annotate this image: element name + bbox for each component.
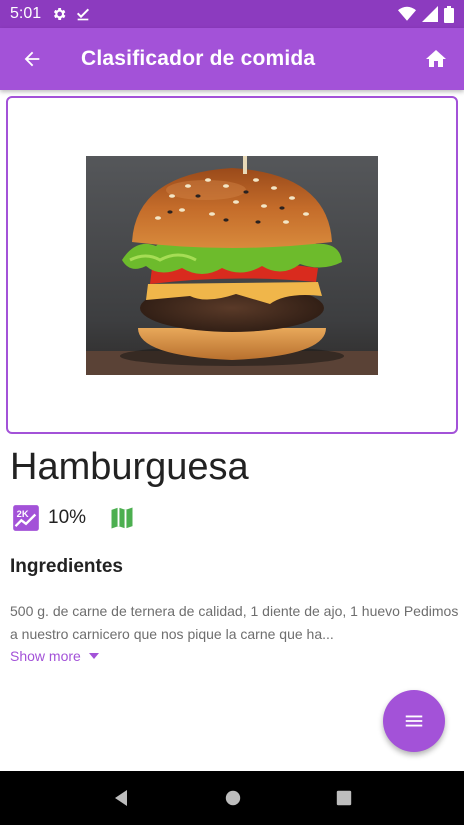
arrow-back-icon (24, 51, 40, 67)
signal-icon (422, 6, 438, 22)
kcal-icon: 2K (13, 505, 39, 531)
battery-icon (444, 5, 454, 23)
food-name: Hamburguesa (10, 446, 249, 488)
percent-value: 10% (48, 507, 87, 528)
status-bar: 5:01 (0, 0, 464, 28)
status-right-icons (398, 5, 454, 23)
map-icon[interactable] (108, 504, 136, 532)
app-bar: Clasificador de comida (0, 28, 464, 90)
app-title: Clasificador de comida (81, 47, 316, 70)
food-meta-row: 2K 10% (12, 504, 136, 532)
back-button[interactable] (0, 28, 64, 90)
home-button[interactable] (408, 28, 464, 90)
menu-icon (405, 715, 423, 727)
show-more-label: Show more (10, 648, 81, 664)
status-left-icons (51, 6, 91, 22)
nav-home-icon[interactable] (224, 789, 242, 807)
status-time: 5:01 (10, 5, 42, 22)
check-icon (77, 8, 90, 21)
ingredients-text: 500 g. de carne de ternera de calidad, 1… (10, 603, 459, 642)
system-nav-bar (0, 771, 464, 825)
gear-icon (54, 8, 66, 20)
ingredients-title: Ingredientes (10, 556, 123, 577)
wifi-icon (398, 6, 416, 21)
nav-back-icon[interactable] (111, 788, 131, 808)
nav-recents-icon[interactable] (335, 789, 353, 807)
chevron-down-icon (88, 653, 99, 659)
food-image (86, 156, 378, 375)
menu-fab[interactable] (383, 690, 445, 752)
home-icon (426, 50, 446, 67)
show-more-button[interactable]: Show more (10, 648, 99, 664)
food-image-card[interactable] (6, 96, 458, 434)
svg-text:2K: 2K (17, 509, 29, 519)
